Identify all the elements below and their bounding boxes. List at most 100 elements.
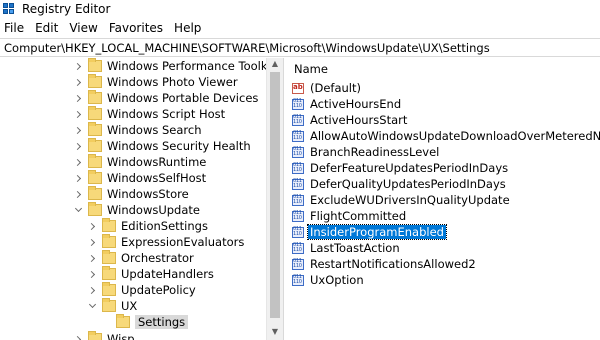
folder-icon <box>102 218 116 232</box>
value-name: DeferFeatureUpdatesPeriodInDays <box>310 161 509 175</box>
chevron-down-icon[interactable] <box>72 202 84 218</box>
tree-item-label: EditionSettings <box>121 219 208 233</box>
value-row[interactable]: BranchReadinessLevel <box>292 144 441 160</box>
tree-item-label: Wisp <box>107 332 135 340</box>
chevron-right-icon[interactable] <box>86 234 98 250</box>
window-title: Registry Editor <box>22 2 111 16</box>
value-name: BranchReadinessLevel <box>310 145 440 159</box>
value-row[interactable]: (Default) <box>292 80 363 96</box>
menu-help[interactable]: Help <box>174 21 201 35</box>
folder-icon <box>88 58 102 72</box>
tree-item[interactable]: WindowsSelfHost <box>72 170 206 186</box>
value-name: ActiveHoursStart <box>310 113 408 127</box>
chevron-right-icon[interactable] <box>72 331 84 340</box>
tree-item[interactable]: UpdatePolicy <box>86 282 196 298</box>
chevron-right-icon[interactable] <box>72 90 84 106</box>
tree-item[interactable]: Wisp <box>72 331 135 340</box>
tree-item[interactable]: WindowsRuntime <box>72 154 206 170</box>
dword-value-icon <box>292 130 304 142</box>
value-row[interactable]: ExcludeWUDriversInQualityUpdate <box>292 192 512 208</box>
value-row[interactable]: ActiveHoursEnd <box>292 96 403 112</box>
tree-item[interactable]: ExpressionEvaluators <box>86 234 244 250</box>
tree-item[interactable]: Windows Script Host <box>72 106 225 122</box>
folder-icon <box>116 314 130 328</box>
value-row-selected[interactable]: InsiderProgramEnabled <box>292 224 447 240</box>
menu-edit[interactable]: Edit <box>35 21 58 35</box>
registry-editor-icon <box>3 2 17 16</box>
value-row[interactable]: FlightCommitted <box>292 208 408 224</box>
value-row[interactable]: UxOption <box>292 272 366 288</box>
address-bar[interactable]: Computer\HKEY_LOCAL_MACHINE\SOFTWARE\Mic… <box>0 38 600 57</box>
tree-item-label: Windows Security Health <box>107 139 251 153</box>
folder-icon <box>88 331 102 340</box>
tree-item[interactable]: Windows Security Health <box>72 138 251 154</box>
tree-item[interactable]: EditionSettings <box>86 218 208 234</box>
chevron-right-icon[interactable] <box>86 218 98 234</box>
tree-item-label: UpdatePolicy <box>121 283 196 297</box>
dword-value-icon <box>292 226 304 238</box>
name-column-header[interactable]: Name <box>288 58 600 80</box>
tree-item[interactable]: Windows Performance Toolkit <box>72 58 275 74</box>
chevron-right-icon[interactable] <box>72 74 84 90</box>
folder-icon <box>88 170 102 184</box>
folder-icon <box>102 234 116 248</box>
value-name: LastToastAction <box>310 241 400 255</box>
dword-value-icon <box>292 162 304 174</box>
value-name: ActiveHoursEnd <box>310 97 402 111</box>
tree-item-label: WindowsSelfHost <box>107 171 207 185</box>
chevron-right-icon[interactable] <box>72 122 84 138</box>
tree-item-selected[interactable]: Settings <box>100 314 189 330</box>
tree-item[interactable]: UpdateHandlers <box>86 266 214 282</box>
chevron-right-icon[interactable] <box>72 138 84 154</box>
scroll-thumb[interactable] <box>270 72 280 318</box>
dword-value-icon <box>292 242 304 254</box>
tree-item[interactable]: WindowsUpdate <box>72 202 200 218</box>
chevron-right-icon[interactable] <box>86 266 98 282</box>
value-row[interactable]: AllowAutoWindowsUpdateDownloadOverMetere… <box>292 128 600 144</box>
value-row[interactable]: LastToastAction <box>292 240 402 256</box>
chevron-right-icon[interactable] <box>86 282 98 298</box>
title-bar: Registry Editor <box>0 0 600 18</box>
folder-icon <box>102 266 116 280</box>
value-name: AllowAutoWindowsUpdateDownloadOverMetere… <box>310 129 600 143</box>
scroll-down-icon[interactable]: ▼ <box>270 328 280 336</box>
key-tree[interactable]: Windows Performance Toolkit Windows Phot… <box>0 58 283 340</box>
tree-vertical-scrollbar[interactable]: ▲ ▼ <box>266 58 283 340</box>
tree-item-label: Windows Script Host <box>107 107 226 121</box>
dword-value-icon <box>292 146 304 158</box>
dword-value-icon <box>292 98 304 110</box>
tree-item[interactable]: WindowsStore <box>72 186 189 202</box>
value-row[interactable]: DeferFeatureUpdatesPeriodInDays <box>292 160 510 176</box>
values-list[interactable]: Name (Default) ActiveHoursEnd ActiveHour… <box>288 58 600 340</box>
chevron-right-icon[interactable] <box>72 106 84 122</box>
tree-item[interactable]: Orchestrator <box>86 250 194 266</box>
menu-file[interactable]: File <box>4 21 24 35</box>
chevron-right-icon[interactable] <box>72 170 84 186</box>
tree-item[interactable]: Windows Photo Viewer <box>72 74 238 90</box>
chevron-right-icon[interactable] <box>72 58 84 74</box>
scroll-up-icon[interactable]: ▲ <box>270 60 280 68</box>
tree-item-label: WindowsStore <box>107 187 189 201</box>
value-row[interactable]: ActiveHoursStart <box>292 112 409 128</box>
folder-icon <box>88 122 102 136</box>
tree-item-label: Windows Photo Viewer <box>107 75 238 89</box>
value-name: InsiderProgramEnabled <box>307 224 447 240</box>
tree-item[interactable]: Windows Search <box>72 122 202 138</box>
chevron-right-icon[interactable] <box>72 154 84 170</box>
tree-item[interactable]: Windows Portable Devices <box>72 90 258 106</box>
tree-item[interactable]: UX <box>86 298 137 314</box>
value-row[interactable]: DeferQualityUpdatesPeriodInDays <box>292 176 508 192</box>
folder-icon <box>88 74 102 88</box>
chevron-right-icon[interactable] <box>86 250 98 266</box>
folder-icon <box>102 250 116 264</box>
folder-icon <box>88 106 102 120</box>
menu-view[interactable]: View <box>69 21 97 35</box>
tree-item-label: WindowsUpdate <box>107 203 200 217</box>
menu-favorites[interactable]: Favorites <box>109 21 163 35</box>
folder-icon <box>88 186 102 200</box>
dword-value-icon <box>292 178 304 190</box>
chevron-down-icon[interactable] <box>86 298 98 314</box>
chevron-right-icon[interactable] <box>72 186 84 202</box>
value-row[interactable]: RestartNotificationsAllowed2 <box>292 256 478 272</box>
tree-item-label: Settings <box>135 315 189 329</box>
